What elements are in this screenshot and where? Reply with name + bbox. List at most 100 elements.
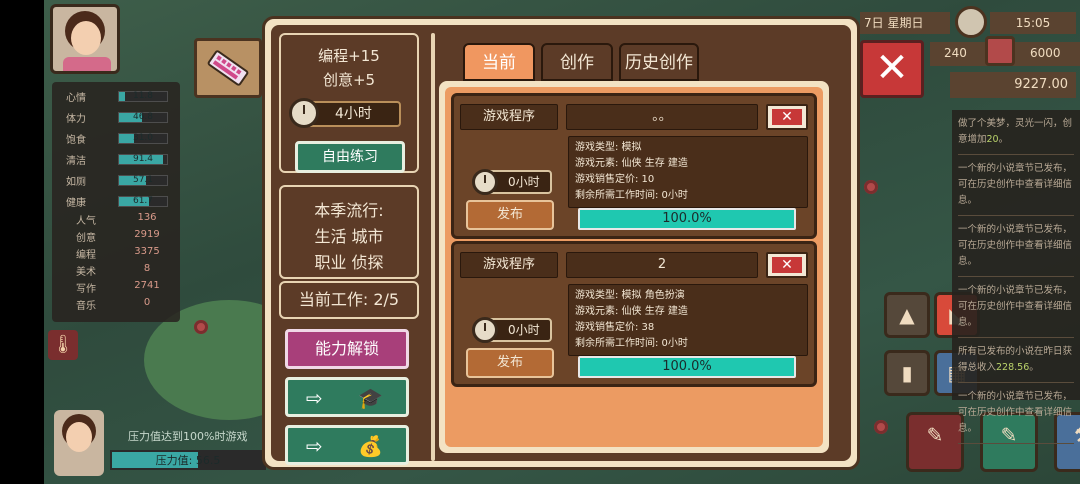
work-name[interactable]: 。。 [566, 104, 758, 130]
attribute-label: 创意 [76, 233, 96, 244]
stopwatch-icon [472, 169, 498, 195]
attribute-value: 8 [143, 263, 151, 274]
stat-bar: 11.8 [118, 91, 168, 102]
avatar[interactable] [50, 4, 120, 74]
arrow-right-icon: ⇨ [306, 434, 323, 458]
graduation-cap-icon: 🎓 [358, 386, 383, 410]
work-list-inner[interactable]: 游戏程序 。。 ✕ 游戏类型: 模拟 游戏元素: 仙侠 生存 建造 游戏销售定价… [445, 87, 823, 447]
stat-label: 健康 [66, 198, 86, 209]
resource-a: 240 [944, 46, 967, 60]
book-icon[interactable]: ▮ [884, 350, 930, 396]
stress-label: 压力值: 56.5 [155, 454, 221, 467]
stat-value: 57.1 [132, 175, 154, 185]
work-duration: 0小时 [472, 169, 552, 195]
work-type: 游戏程序 [460, 104, 558, 130]
stat-row: 饱食 31.0 [58, 128, 174, 149]
face [66, 422, 92, 452]
column-divider [431, 33, 435, 461]
duration-value: 4小时 [335, 106, 372, 122]
log-entry: 一个新的小说章节已发布，可在历史创作中查看详细信息。 [958, 222, 1074, 277]
stat-row: 心情 11.8 [58, 86, 174, 107]
log-highlight: 20 [986, 134, 999, 145]
flower [864, 180, 878, 194]
season-trend-box: 本季流行: 生活 城市 职业 侦探 [279, 185, 419, 279]
work-card: 游戏程序 2 ✕ 游戏类型: 模拟 角色扮演 游戏元素: 仙侠 生存 建造 游戏… [451, 241, 817, 387]
current-work-count: 当前工作: 2/5 [279, 281, 419, 319]
work-elements: 游戏元素: 仙侠 生存 建造 [575, 158, 688, 169]
attribute-row: 音乐 0 [58, 297, 174, 314]
delete-button[interactable]: ✕ [766, 252, 808, 278]
work-duration-value: 0小时 [508, 175, 540, 189]
log-text: 一个新的小说章节已发布，可在历史创作中查看详细信息。 [958, 391, 1073, 434]
close-button[interactable]: ✕ [860, 40, 924, 98]
stat-value: 11.8 [132, 91, 154, 101]
log-text: 做了个美梦，灵光一闪，创意增加 [958, 118, 1073, 145]
event-log[interactable]: 做了个美梦，灵光一闪，创意增加20。 一个新的小说章节已发布，可在历史创作中查看… [952, 110, 1080, 444]
flower [874, 420, 888, 434]
attribute-row: 人气 136 [58, 212, 174, 229]
brush-icon[interactable]: ✎ [906, 412, 964, 472]
keyboard-icon[interactable] [194, 38, 262, 98]
food-icon[interactable]: ▲ [884, 292, 930, 338]
thermometer-icon[interactable]: 🌡 [48, 330, 78, 360]
work-list: 游戏程序 。。 ✕ 游戏类型: 模拟 游戏元素: 仙侠 生存 建造 游戏销售定价… [439, 81, 829, 453]
stopwatch-icon [289, 98, 319, 128]
work-card: 游戏程序 。。 ✕ 游戏类型: 模拟 游戏元素: 仙侠 生存 建造 游戏销售定价… [451, 93, 817, 239]
work-info: 游戏类型: 模拟 游戏元素: 仙侠 生存 建造 游戏销售定价: 10 剩余所需工… [568, 136, 808, 208]
trend-title: 本季流行: [314, 201, 384, 220]
free-practice-button[interactable]: 自由练习 [295, 141, 405, 173]
attribute-row: 编程 3375 [58, 246, 174, 263]
tab-history[interactable]: 历史创作 [619, 43, 699, 81]
work-progress: 100.0% [578, 208, 796, 230]
resource-b: 6000 [1030, 46, 1061, 60]
tab-create[interactable]: 创作 [541, 43, 613, 81]
work-price: 游戏销售定价: 10 [575, 174, 655, 185]
stress-warning: 压力值达到100%时游戏 [128, 430, 248, 443]
publish-button[interactable]: 发布 [466, 348, 554, 378]
progress-label: 100.0% [662, 211, 712, 226]
avatar-small[interactable] [54, 410, 104, 476]
ability-unlock-button[interactable]: 能力解锁 [285, 329, 409, 369]
work-type: 游戏程序 [460, 252, 558, 278]
trend-line: 职业 侦探 [314, 253, 384, 272]
stat-label: 如厕 [66, 177, 86, 188]
publish-button[interactable]: 发布 [466, 200, 554, 230]
attribute-row: 创意 2919 [58, 229, 174, 246]
attribute-label: 写作 [76, 284, 96, 295]
study-button[interactable]: ⇨ 🎓 [285, 377, 409, 417]
work-remaining: 剩余所需工作时间: 0小时 [575, 190, 688, 201]
duration-pill: 4小时 [289, 98, 401, 128]
attribute-row: 写作 2741 [58, 280, 174, 297]
stat-row: 体力 46.8 [58, 107, 174, 128]
close-icon: ✕ [772, 109, 802, 125]
clock-icon [955, 6, 987, 38]
tab-current[interactable]: 当前 [463, 43, 535, 81]
work-elements: 游戏元素: 仙侠 生存 建造 [575, 306, 688, 317]
house-icon[interactable] [985, 36, 1015, 66]
delete-button[interactable]: ✕ [766, 104, 808, 130]
practice-column: 编程+15 创意+5 4小时 自由练习 本季流行: 生活 城市 职业 侦探 当前… [279, 33, 421, 465]
practice-box: 编程+15 创意+5 4小时 自由练习 [279, 33, 419, 173]
attribute-value: 3375 [134, 246, 160, 257]
face [71, 21, 101, 55]
log-text: 一个新的小说章节已发布，可在历史创作中查看详细信息。 [958, 285, 1073, 328]
log-suffix: 。 [998, 134, 1009, 145]
attribute-value: 2741 [134, 280, 160, 291]
attribute-label: 编程 [76, 250, 96, 261]
work-genre: 游戏类型: 模拟 [575, 142, 642, 153]
stat-row: 健康 61.7 [58, 191, 174, 212]
stat-value: 91.4 [132, 154, 154, 164]
work-name[interactable]: 2 [566, 252, 758, 278]
attribute-value: 0 [143, 297, 151, 308]
stat-value: 61.7 [132, 196, 154, 206]
stat-value: 46.8 [132, 112, 154, 122]
coin-stack-icon: 💰 [358, 434, 383, 458]
work-price: 游戏销售定价: 38 [575, 322, 655, 333]
stat-row: 清洁 91.4 [58, 149, 174, 170]
log-highlight: 228.56 [996, 362, 1030, 373]
stat-bar: 57.1 [118, 175, 168, 186]
coin-button[interactable]: ⇨ 💰 [285, 425, 409, 465]
work-info: 游戏类型: 模拟 角色扮演 游戏元素: 仙侠 生存 建造 游戏销售定价: 38 … [568, 284, 808, 356]
flower [194, 320, 208, 334]
stats-panel: 心情 11.8 体力 46.8 饱食 31.0 清洁 91.4 如厕 57.1 健康 61.… [52, 82, 180, 322]
